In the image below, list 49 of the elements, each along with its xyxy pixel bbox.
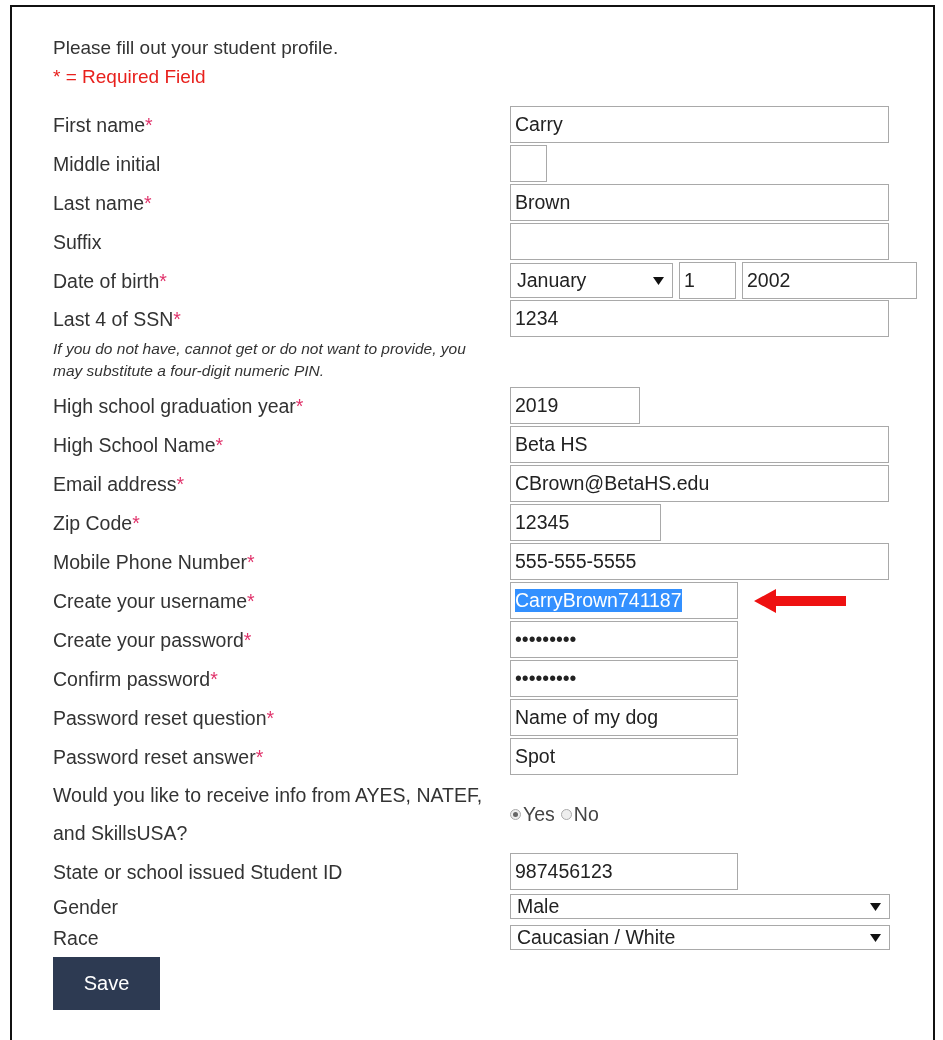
field-note: If you do not have, cannot get or do not want to provide, you may substitute a four-digit numeric PIN.	[53, 339, 467, 381]
input-field[interactable]: •••••••••	[510, 660, 738, 697]
dropdown[interactable]: Caucasian / White	[510, 925, 890, 950]
field-label: Would you like to receive info from AYES, NATEF, and SkillsUSA?	[53, 783, 484, 846]
input-field[interactable]: Spot	[510, 738, 738, 775]
field-label: Create your password*	[53, 627, 253, 653]
input-field[interactable]: 987456123	[510, 853, 738, 890]
field-label: Date of birth*	[53, 268, 168, 294]
radio-option[interactable]: No	[560, 802, 599, 826]
radio-option[interactable]: Yes	[510, 802, 555, 826]
field-label: State or school issued Student ID	[53, 859, 344, 885]
caret-icon	[653, 276, 664, 285]
field-label: Race	[53, 925, 100, 951]
field-label: Confirm password*	[53, 666, 219, 692]
input-field[interactable]: Beta HS	[510, 426, 889, 463]
input-field[interactable]	[510, 223, 889, 260]
dropdown[interactable]: Male	[510, 894, 890, 919]
field-label: Gender	[53, 894, 120, 920]
input-field[interactable]: Carry	[510, 106, 889, 143]
field-label: Suffix	[53, 229, 103, 255]
field-label: High school graduation year*	[53, 393, 305, 419]
input-field[interactable]: CBrown@BetaHS.edu	[510, 465, 889, 502]
input-field[interactable]: Brown	[510, 184, 889, 221]
intro-text: Please fill out your student profile.	[53, 36, 340, 60]
caret-icon	[870, 933, 881, 942]
input-field[interactable]: 2019	[510, 387, 640, 424]
field-label: Email address*	[53, 471, 186, 497]
month-dropdown[interactable]: January	[510, 263, 673, 298]
input-field[interactable]: Name of my dog	[510, 699, 738, 736]
caret-icon	[870, 902, 881, 911]
field-label: Middle initial	[53, 151, 162, 177]
input-field[interactable]: 12345	[510, 504, 661, 541]
field-label: Mobile Phone Number*	[53, 549, 256, 575]
field-label: Last 4 of SSN*	[53, 307, 182, 332]
input-field[interactable]: •••••••••	[510, 621, 738, 658]
field-label: Password reset question*	[53, 705, 276, 731]
field-label: Password reset answer*	[53, 744, 265, 770]
field-label: Last name*	[53, 190, 153, 216]
save-button[interactable]: Save	[53, 957, 160, 1010]
input-field[interactable]: 1234	[510, 300, 889, 337]
input-field[interactable]	[510, 145, 547, 182]
year-field[interactable]: 2002	[742, 262, 917, 299]
field-label: Create your username*	[53, 588, 256, 614]
field-label: First name*	[53, 112, 154, 138]
field-label: Zip Code*	[53, 510, 141, 536]
required-legend: * = Required Field	[53, 63, 933, 91]
field-label: High School Name*	[53, 432, 225, 458]
day-field[interactable]: 1	[679, 262, 736, 299]
input-field[interactable]: 555-555-5555	[510, 543, 889, 580]
